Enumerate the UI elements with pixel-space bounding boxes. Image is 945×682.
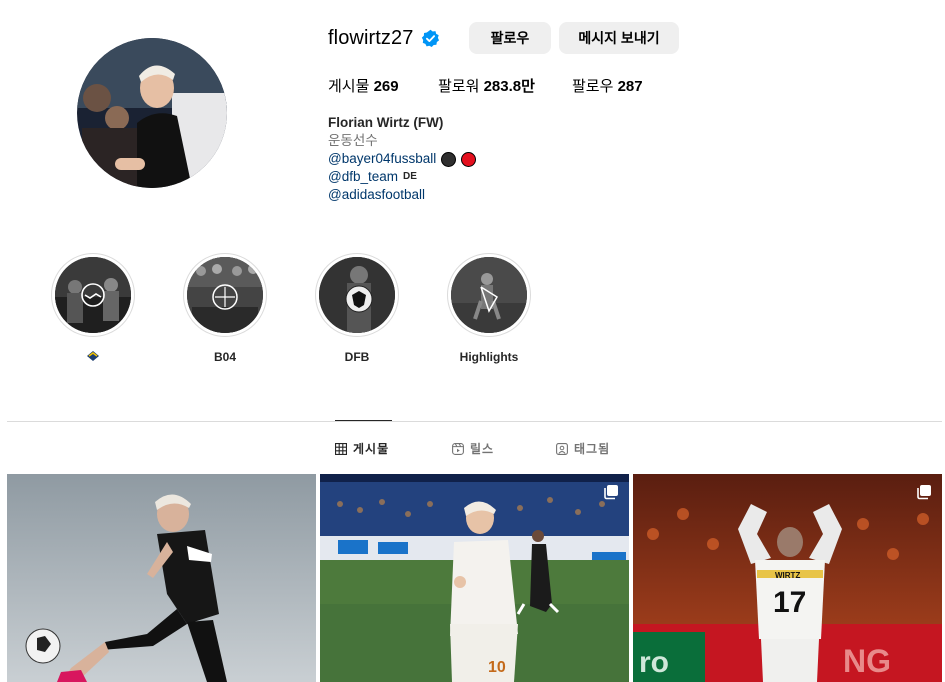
followers-stat[interactable]: 팔로워 283.8만 (438, 75, 535, 96)
post-image: NG ro 17 WIRTZ (633, 474, 942, 682)
highlight-label: Highlights (459, 350, 519, 364)
active-tab-indicator (335, 420, 392, 421)
reels-icon (452, 442, 464, 455)
bio-link-bayer[interactable]: @bayer04fussball (328, 150, 477, 168)
black-circle-emoji-icon (441, 151, 457, 167)
svg-text:WIRTZ: WIRTZ (775, 571, 800, 580)
following-stat[interactable]: 팔로우 287 (572, 75, 643, 96)
avatar-image (77, 38, 227, 188)
verified-badge-icon (421, 29, 440, 48)
highlight-handshake[interactable] (51, 253, 135, 366)
grid-icon (335, 442, 347, 455)
highlight-dfb[interactable]: DFB (315, 253, 399, 366)
highlight-cover-image (451, 257, 527, 333)
post-thumbnail[interactable]: NG ro 17 WIRTZ (633, 474, 942, 682)
highlight-label: B04 (213, 350, 236, 364)
profile-header: flowirtz27 (328, 22, 440, 54)
profile-avatar[interactable] (77, 38, 227, 188)
handshake-emoji-icon (86, 351, 100, 365)
username: flowirtz27 (328, 26, 414, 49)
tabs-divider (7, 421, 942, 422)
highlight-cover-image (55, 257, 131, 333)
followers-count: 283.8만 (483, 78, 535, 95)
highlight-b04[interactable]: B04 (183, 253, 267, 366)
message-button[interactable]: 메시지 보내기 (559, 22, 679, 54)
tab-posts[interactable]: 게시물 (335, 440, 389, 457)
follow-button[interactable]: 팔로우 (469, 22, 551, 54)
german-flag-icon: DE (403, 171, 417, 182)
svg-text:NG: NG (843, 643, 891, 679)
tab-tagged[interactable]: 태그됨 (556, 440, 610, 457)
full-name: Florian Wirtz (FW) (328, 115, 444, 130)
post-image (7, 474, 316, 682)
post-thumbnail[interactable]: 10 (320, 474, 629, 682)
highlight-label (51, 350, 135, 366)
highlight-cover-image (187, 257, 263, 333)
category-label: 운동선수 (328, 133, 378, 148)
tab-reels[interactable]: 릴스 (452, 440, 494, 457)
svg-text:ro: ro (639, 646, 669, 679)
multi-photo-icon (916, 484, 932, 500)
svg-text:17: 17 (773, 586, 806, 619)
bio-link-adidas[interactable]: @adidasfootball (328, 186, 476, 204)
bio-link-dfb[interactable]: @dfb_team DE (328, 168, 476, 186)
highlight-highlights[interactable]: Highlights (447, 253, 531, 366)
highlight-label: DFB (344, 350, 370, 364)
post-image: 10 (320, 474, 629, 682)
posts-stat: 게시물 269 (328, 78, 399, 95)
following-count: 287 (617, 78, 643, 95)
red-circle-emoji-icon (461, 151, 477, 167)
profile-bio: Florian Wirtz (FW) 운동선수 @bayer04fussball… (328, 114, 477, 204)
post-thumbnail[interactable] (7, 474, 316, 682)
posts-count: 269 (373, 78, 399, 95)
svg-text:10: 10 (488, 659, 506, 676)
highlight-cover-image (319, 257, 395, 333)
tagged-icon (556, 442, 568, 455)
multi-photo-icon (603, 484, 619, 500)
